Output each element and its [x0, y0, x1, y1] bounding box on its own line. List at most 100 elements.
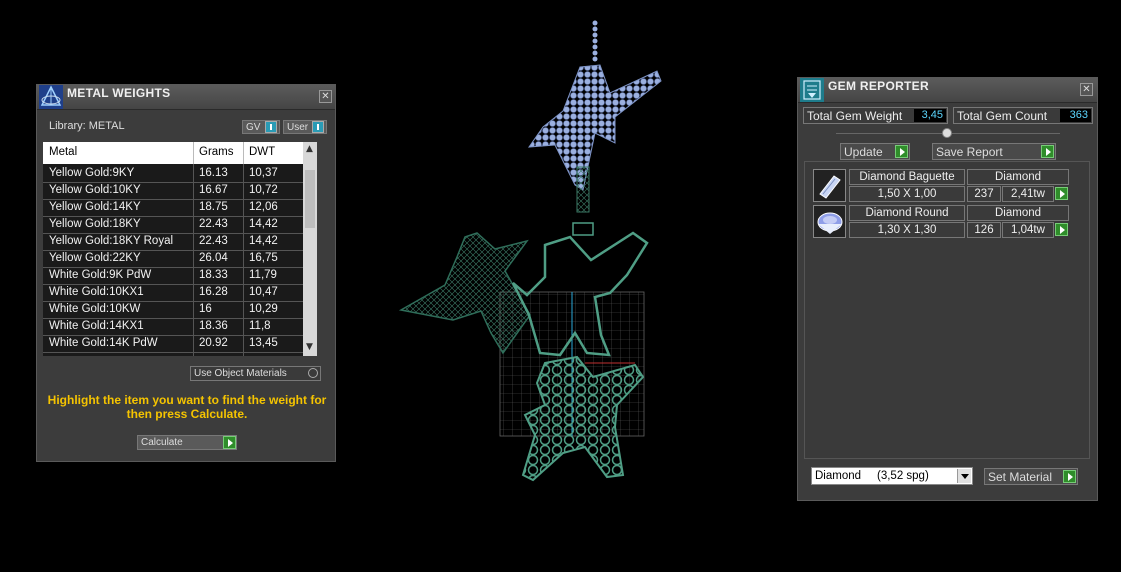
calculate-label: Calculate: [141, 437, 183, 448]
viewport-3d[interactable]: [395, 15, 675, 490]
cell-metal: White Gold:14KX1: [49, 320, 144, 332]
gem-material: Diamond: [967, 205, 1069, 221]
library-label: Library: METAL: [49, 120, 125, 132]
cell-dwt: 12,06: [249, 201, 278, 213]
gem-select-arrow-icon[interactable]: [1055, 187, 1068, 200]
gem-name: Diamond Round: [849, 205, 965, 221]
table-row[interactable]: Yellow Gold:18KY 22.43 14,42: [43, 216, 303, 234]
column-header-grams[interactable]: Grams: [199, 146, 234, 158]
cell-grams: 22.43: [199, 235, 228, 247]
cell-dwt: 11,79: [249, 269, 277, 281]
total-gem-count-label: Total Gem Count: [957, 109, 1048, 123]
cell-metal: White Gold:9K PdW: [49, 269, 152, 281]
metal-weights-titlebar[interactable]: METAL WEIGHTS ✕: [37, 85, 335, 110]
set-material-label: Set Material: [988, 470, 1053, 484]
cell-metal: Yellow Gold:10KY: [49, 184, 141, 196]
table-row[interactable]: Yellow Gold:9KY 16.13 10,37: [43, 165, 303, 183]
close-icon[interactable]: ✕: [1080, 83, 1093, 96]
scroll-down-icon[interactable]: ▼: [306, 342, 313, 352]
calculate-button[interactable]: Calculate: [137, 435, 237, 450]
column-header-metal[interactable]: Metal: [49, 146, 77, 158]
cell-grams: 18.75: [199, 201, 228, 213]
instruction-text: Highlight the item you want to find the …: [47, 393, 327, 421]
baguette-gem-icon: [813, 169, 846, 202]
table-row[interactable]: Yellow Gold:18KY Royal 22.43 14,42: [43, 233, 303, 251]
gem-reporter-titlebar[interactable]: GEM REPORTER ✕: [798, 78, 1097, 103]
table-row[interactable]: Yellow Gold:10KY 16.67 10,72: [43, 182, 303, 200]
user-toggle[interactable]: User: [283, 120, 327, 134]
total-gem-count-value: 363: [1060, 109, 1091, 122]
cell-grams: 22.43: [199, 218, 228, 230]
column-header-dwt[interactable]: DWT: [249, 146, 275, 158]
table-row[interactable]: White Gold:14KX1 18.36 11,8: [43, 318, 303, 336]
use-object-materials-label: Use Object Materials: [194, 368, 287, 379]
gem-name: Diamond Baguette: [849, 169, 965, 185]
cell-grams: 18.36: [199, 320, 228, 332]
set-material-button[interactable]: Set Material: [984, 468, 1078, 485]
calculate-arrow-icon: [223, 436, 236, 449]
table-row[interactable]: Yellow Gold:14KY 18.75 12,06: [43, 199, 303, 217]
table-row[interactable]: White Gold:14K PdW 20.92 13,45: [43, 335, 303, 353]
cell-metal: White Gold:10KW: [49, 303, 141, 315]
metal-weights-title: METAL WEIGHTS: [67, 86, 171, 100]
green-mesh-bird-left: [398, 232, 531, 355]
total-gem-weight-value: 3,45: [914, 109, 946, 122]
gem-reporter-title: GEM REPORTER: [828, 79, 929, 93]
gem-weight: 2,41tw: [1002, 186, 1054, 202]
gem-list[interactable]: Diamond Baguette Diamond 1,50 X 1,00 237…: [804, 161, 1090, 459]
save-report-arrow-icon: [1041, 145, 1054, 158]
table-row[interactable]: White Gold:10KX1 16.28 10,47: [43, 284, 303, 302]
metal-weights-panel: METAL WEIGHTS ✕ Library: METAL GV User M…: [36, 84, 336, 462]
update-button[interactable]: Update: [840, 143, 910, 160]
cell-grams: 16: [199, 303, 212, 315]
total-gem-weight-field: Total Gem Weight 3,45: [803, 107, 948, 124]
cell-dwt: 16,75: [249, 252, 278, 264]
save-report-label: Save Report: [936, 145, 1003, 159]
metal-table[interactable]: Metal Grams DWT Yellow Gold:9KY 16.13 10,3…: [43, 142, 317, 356]
table-row[interactable]: White Gold:9K PdW 18.33 11,79: [43, 267, 303, 285]
gv-toggle-icon: [265, 121, 277, 133]
cell-grams: 18.33: [199, 269, 228, 281]
splitter-handle-icon[interactable]: [942, 128, 952, 138]
chain-beads: [592, 20, 598, 62]
update-label: Update: [844, 145, 883, 159]
user-label: User: [287, 122, 309, 133]
scroll-up-icon[interactable]: ▲: [306, 144, 313, 154]
gem-entry[interactable]: Diamond Baguette Diamond 1,50 X 1,00 237…: [813, 169, 1071, 202]
radio-icon: [308, 368, 318, 378]
gv-toggle[interactable]: GV: [242, 120, 280, 134]
cell-dwt: 10,29: [249, 303, 278, 315]
set-material-arrow-icon: [1063, 470, 1076, 483]
gem-count: 237: [967, 186, 1001, 202]
chevron-down-icon[interactable]: [957, 469, 971, 483]
cell-metal: Yellow Gold:18KY: [49, 218, 141, 230]
cell-dwt: 14,42: [249, 235, 278, 247]
cell-dwt: 10,72: [249, 184, 278, 196]
cell-dwt: 10,37: [249, 167, 278, 179]
scrollbar-thumb[interactable]: [305, 170, 315, 228]
blue-pave-pendant: [527, 64, 662, 191]
save-report-button[interactable]: Save Report: [932, 143, 1056, 160]
gem-entry[interactable]: Diamond Round Diamond 1,30 X 1,30 126 1,…: [813, 205, 1071, 238]
table-row[interactable]: Yellow Gold:22KY 26.04 16,75: [43, 250, 303, 268]
metal-table-header: Metal Grams DWT: [43, 142, 304, 164]
gem-weight: 1,04tw: [1002, 222, 1054, 238]
update-arrow-icon: [895, 145, 908, 158]
gem-reporter-panel: GEM REPORTER ✕ Total Gem Weight 3,45 Tot…: [797, 77, 1098, 501]
gv-label: GV: [246, 122, 261, 133]
use-object-materials-toggle[interactable]: Use Object Materials: [190, 366, 321, 381]
table-row[interactable]: White Gold:10KW 16 10,29: [43, 301, 303, 319]
cell-grams: 16.67: [199, 184, 228, 196]
gem-count: 126: [967, 222, 1001, 238]
cell-metal: Yellow Gold:22KY: [49, 252, 141, 264]
total-gem-count-field: Total Gem Count 363: [953, 107, 1093, 124]
cell-dwt: 14,42: [249, 218, 278, 230]
gem-material: Diamond: [967, 169, 1069, 185]
material-select[interactable]: Diamond (3,52 spg): [811, 467, 973, 485]
total-gem-weight-label: Total Gem Weight: [807, 109, 903, 123]
gem-select-arrow-icon[interactable]: [1055, 223, 1068, 236]
cell-metal: Yellow Gold:18KY Royal: [49, 235, 174, 247]
cell-grams: 16.28: [199, 286, 228, 298]
close-icon[interactable]: ✕: [319, 90, 332, 103]
metal-table-scrollbar[interactable]: ▲ ▼: [303, 142, 317, 356]
